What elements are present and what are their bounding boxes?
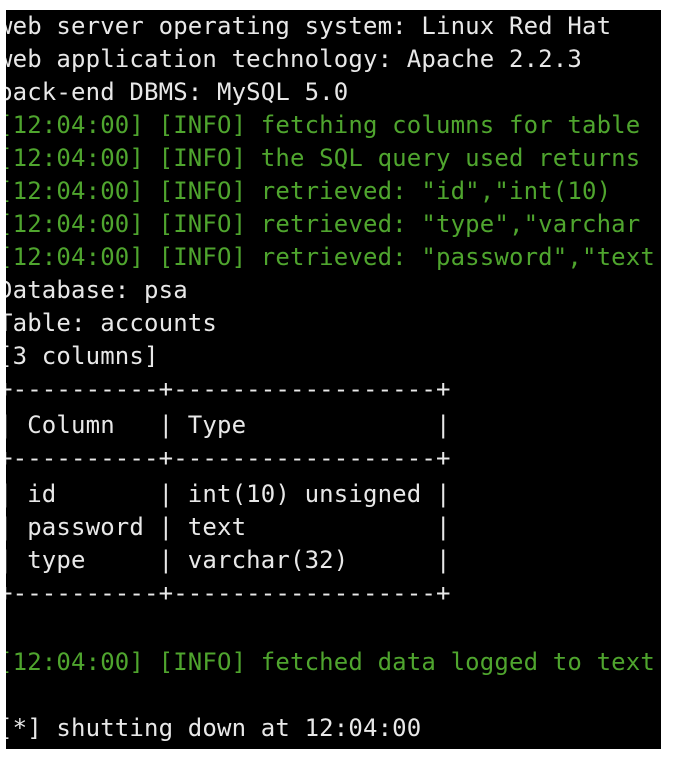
terminal-window: web server operating system: Linux Red H… <box>6 10 661 749</box>
terminal-line: [12:04:00] [INFO] fetched data logged to… <box>6 648 655 676</box>
terminal-line: Database: psa <box>6 276 188 304</box>
terminal-line: [12:04:00] [INFO] retrieved: "password",… <box>6 243 655 271</box>
terminal-line: web application technology: Apache 2.2.3 <box>6 45 582 73</box>
terminal-output: web server operating system: Linux Red H… <box>6 10 661 749</box>
table-row: | id | int(10) unsigned | <box>6 480 451 508</box>
terminal-line: Table: accounts <box>6 309 217 337</box>
terminal-line: [3 columns] <box>6 342 159 370</box>
table-border: +----------+------------------+ <box>6 579 451 607</box>
terminal-line: web server operating system: Linux Red H… <box>6 12 612 40</box>
terminal-line: back-end DBMS: MySQL 5.0 <box>6 78 349 106</box>
terminal-line: [12:04:00] [INFO] retrieved: "id","int(1… <box>6 177 612 205</box>
terminal-line: [12:04:00] [INFO] retrieved: "type","var… <box>6 210 641 238</box>
table-row: | type | varchar(32) | <box>6 546 451 574</box>
table-row: | password | text | <box>6 513 451 541</box>
terminal-line: [12:04:00] [INFO] the SQL query used ret… <box>6 144 641 172</box>
table-border: +----------+------------------+ <box>6 444 451 472</box>
table-border: +----------+------------------+ <box>6 375 451 403</box>
screenshot-frame: web server operating system: Linux Red H… <box>0 0 676 759</box>
table-header-row: | Column | Type | <box>6 411 451 439</box>
terminal-line: [*] shutting down at 12:04:00 <box>6 714 422 742</box>
terminal-line: [12:04:00] [INFO] fetching columns for t… <box>6 111 641 139</box>
